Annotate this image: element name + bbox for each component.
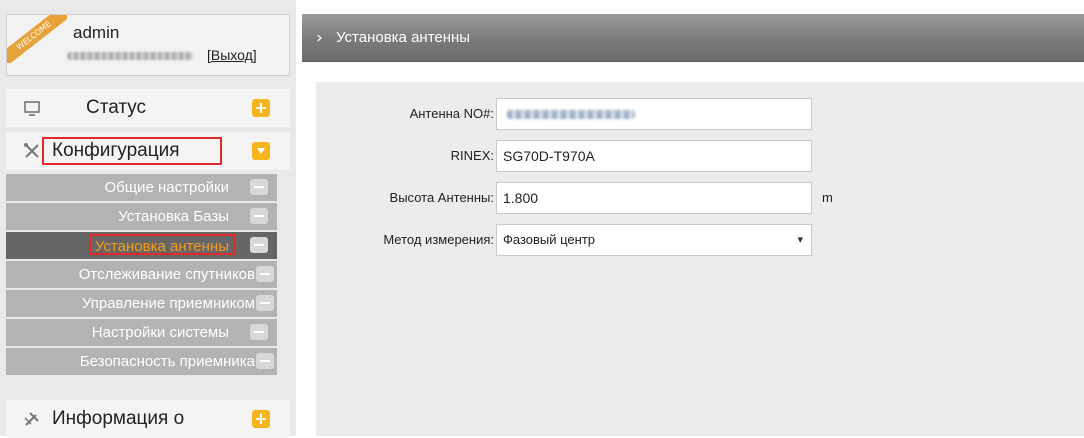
antenna-height-label: Высота Антенны: bbox=[389, 190, 494, 205]
tools-icon bbox=[22, 141, 42, 161]
logout-close-bracket: ] bbox=[252, 47, 257, 63]
username: admin bbox=[73, 23, 120, 42]
config-collapse-toggle[interactable] bbox=[252, 142, 270, 160]
submenu-label: Общие настройки bbox=[104, 179, 230, 196]
antenna-no-field[interactable] bbox=[496, 98, 812, 130]
measure-method-select[interactable]: Фазовый центр ▾ bbox=[496, 224, 812, 256]
blurred-serial bbox=[67, 52, 193, 60]
menu-config-label: Конфигурация bbox=[42, 137, 222, 165]
submenu-label: Установка антенны bbox=[88, 234, 235, 255]
submenu-system-settings[interactable]: Настройки системы bbox=[6, 319, 277, 346]
antenna-height-field[interactable]: 1.800 bbox=[496, 182, 812, 214]
menu-info[interactable]: Информация о + bbox=[6, 400, 290, 438]
submenu-general-settings[interactable]: Общие настройки bbox=[6, 174, 277, 201]
welcome-ribbon: WELCOME bbox=[7, 15, 67, 63]
submenu-satellite-tracking[interactable]: Отслеживание спутников bbox=[6, 261, 277, 288]
main-content: › Установка антенны Антенна NO#: RINEX: … bbox=[298, 14, 1084, 436]
antenna-no-label: Антенна NO#: bbox=[409, 106, 494, 121]
monitor-icon bbox=[22, 98, 42, 118]
submenu-label: Настройки системы bbox=[91, 324, 229, 341]
submenu-label: Установка Базы bbox=[118, 208, 229, 225]
height-unit: m bbox=[822, 190, 833, 205]
submenu-label: Отслеживание спутников bbox=[78, 266, 255, 283]
row-rinex: RINEX: SG70D-T970A bbox=[316, 140, 1084, 172]
rinex-field[interactable]: SG70D-T970A bbox=[496, 140, 812, 172]
measure-method-label: Метод измерения: bbox=[383, 232, 494, 247]
submenu-antenna-setup[interactable]: Установка антенны bbox=[6, 232, 277, 259]
menu-status[interactable]: Статус + bbox=[6, 89, 290, 127]
minus-icon bbox=[256, 295, 274, 311]
logout-label[interactable]: Выход bbox=[211, 47, 253, 63]
submenu-receiver-control[interactable]: Управление приемником bbox=[6, 290, 277, 317]
submenu-label: Управление приемником bbox=[81, 295, 255, 312]
info-expand-toggle[interactable]: + bbox=[252, 410, 270, 428]
sidebar: WELCOME admin [Выход] Статус + Конфигура… bbox=[0, 0, 296, 438]
row-antenna-no: Антенна NO#: bbox=[316, 98, 1084, 130]
minus-icon bbox=[250, 179, 268, 195]
chevron-right-icon: › bbox=[316, 28, 323, 48]
minus-icon bbox=[250, 237, 268, 253]
menu-status-label: Статус bbox=[86, 97, 147, 118]
measure-method-value: Фазовый центр bbox=[503, 232, 596, 247]
row-measure-method: Метод измерения: Фазовый центр ▾ bbox=[316, 224, 1084, 256]
logout-link[interactable]: [Выход] bbox=[207, 47, 257, 63]
minus-icon bbox=[250, 324, 268, 340]
submenu-label: Безопасность приемника bbox=[79, 353, 255, 370]
submenu-receiver-security[interactable]: Безопасность приемника bbox=[6, 348, 277, 375]
minus-icon bbox=[256, 353, 274, 369]
user-panel: WELCOME admin [Выход] bbox=[6, 14, 290, 76]
welcome-badge: WELCOME bbox=[7, 15, 67, 63]
minus-icon bbox=[256, 266, 274, 282]
antenna-form: Антенна NO#: RINEX: SG70D-T970A Высота А… bbox=[316, 82, 1084, 436]
minus-icon bbox=[250, 208, 268, 224]
submenu-base-setup[interactable]: Установка Базы bbox=[6, 203, 277, 230]
page-header: › Установка антенны bbox=[302, 14, 1084, 62]
chevron-down-icon: ▾ bbox=[797, 233, 803, 246]
status-expand-toggle[interactable]: + bbox=[252, 99, 270, 117]
config-submenu: Общие настройки Установка Базы Установка… bbox=[6, 174, 277, 377]
menu-config[interactable]: Конфигурация bbox=[6, 132, 290, 170]
satellite-icon bbox=[22, 409, 42, 429]
row-antenna-height: Высота Антенны: 1.800 m bbox=[316, 182, 1084, 214]
menu-info-label: Информация о bbox=[52, 408, 185, 429]
rinex-label: RINEX: bbox=[450, 148, 494, 163]
page-title: Установка антенны bbox=[336, 29, 471, 46]
